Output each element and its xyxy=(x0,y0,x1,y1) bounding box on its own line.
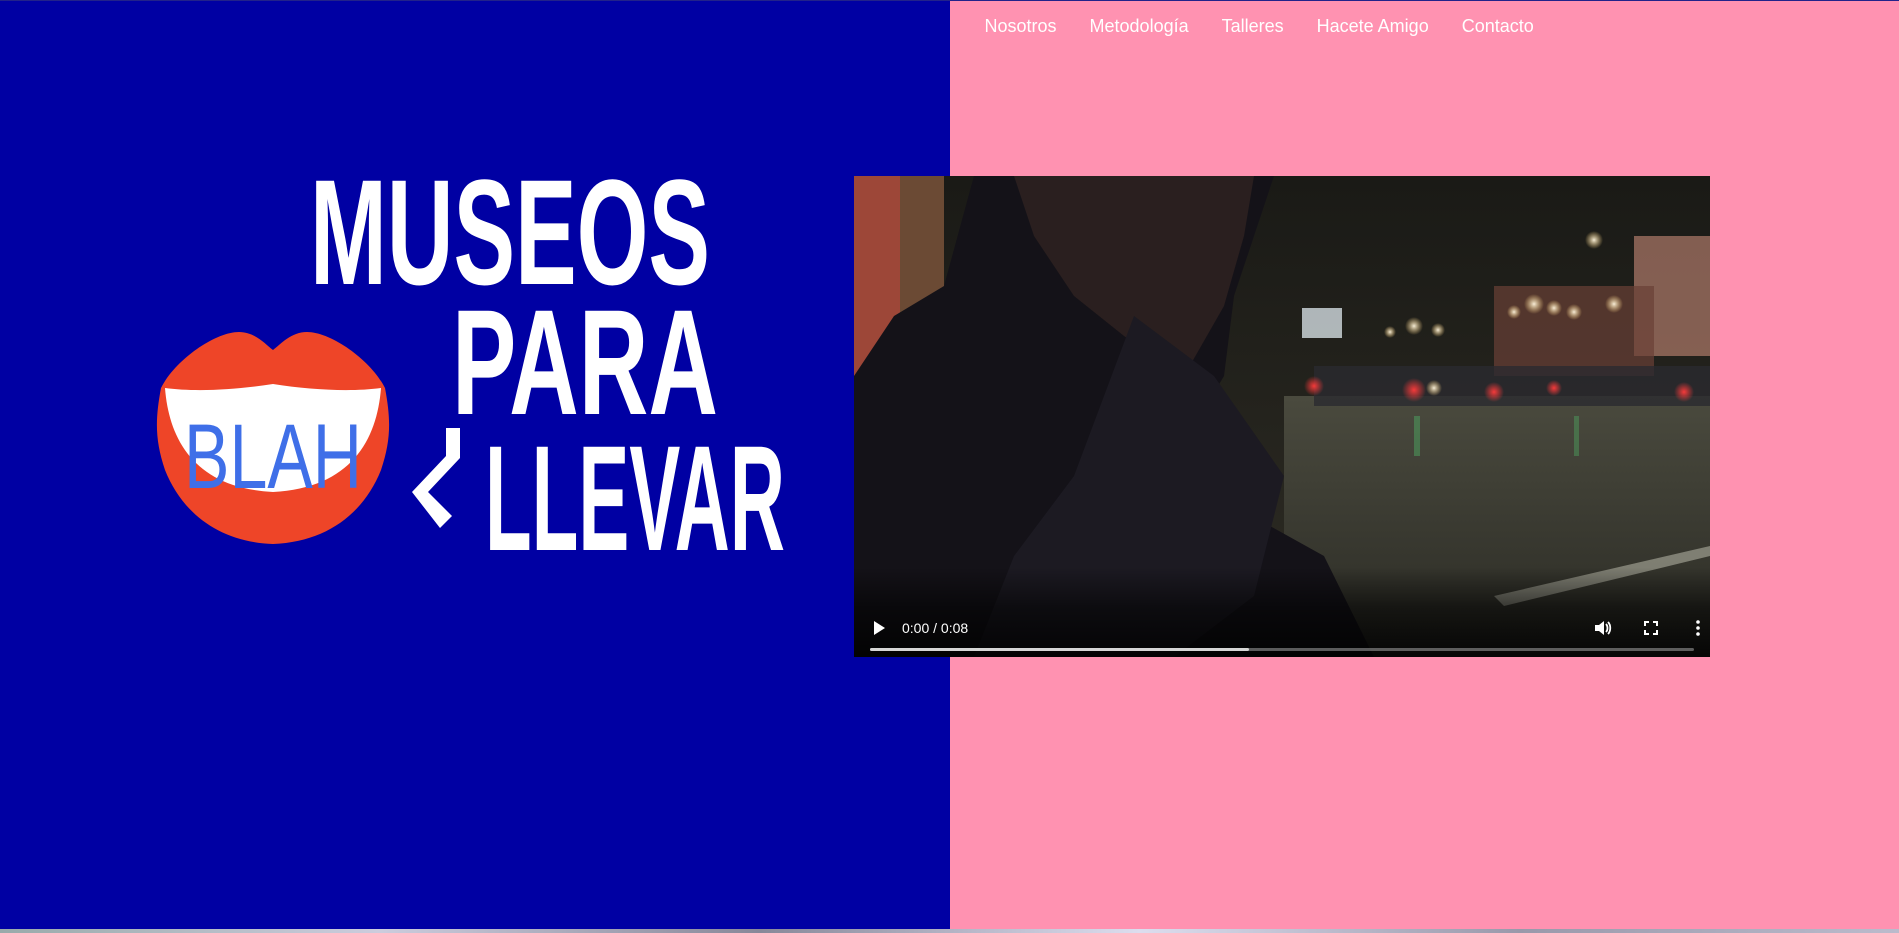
volume-icon xyxy=(1595,621,1612,635)
main-nav: Nosotros Metodología Talleres Hacete Ami… xyxy=(968,10,1550,42)
more-options-button[interactable] xyxy=(1685,615,1710,641)
nav-item-nosotros[interactable]: Nosotros xyxy=(968,10,1073,42)
fullscreen-icon xyxy=(1644,621,1658,635)
nav-item-metodologia[interactable]: Metodología xyxy=(1073,10,1205,42)
question-mark-shape xyxy=(412,428,460,528)
title-line-llevar: LLEVAR xyxy=(485,414,785,582)
nav-item-hacete-amigo[interactable]: Hacete Amigo xyxy=(1300,10,1445,42)
video-player[interactable]: 0:00 / 0:08 xyxy=(854,176,1710,657)
play-icon xyxy=(874,621,885,635)
play-button[interactable] xyxy=(866,615,892,641)
more-options-icon xyxy=(1696,620,1700,636)
mute-button[interactable] xyxy=(1590,615,1616,641)
video-controls: 0:00 / 0:08 xyxy=(854,567,1710,657)
site-logo[interactable]: BLAH MUSEOS PARA LLEVAR xyxy=(0,0,950,930)
bottom-edge xyxy=(0,929,1899,933)
progress-bar[interactable] xyxy=(870,648,1694,651)
title-lettering: MUSEOS PARA LLEVAR xyxy=(310,150,785,582)
time-display: 0:00 / 0:08 xyxy=(902,620,969,636)
nav-item-contacto[interactable]: Contacto xyxy=(1445,10,1550,42)
nav-item-talleres[interactable]: Talleres xyxy=(1205,10,1300,42)
progress-buffered xyxy=(870,648,1250,651)
fullscreen-button[interactable] xyxy=(1638,615,1664,641)
